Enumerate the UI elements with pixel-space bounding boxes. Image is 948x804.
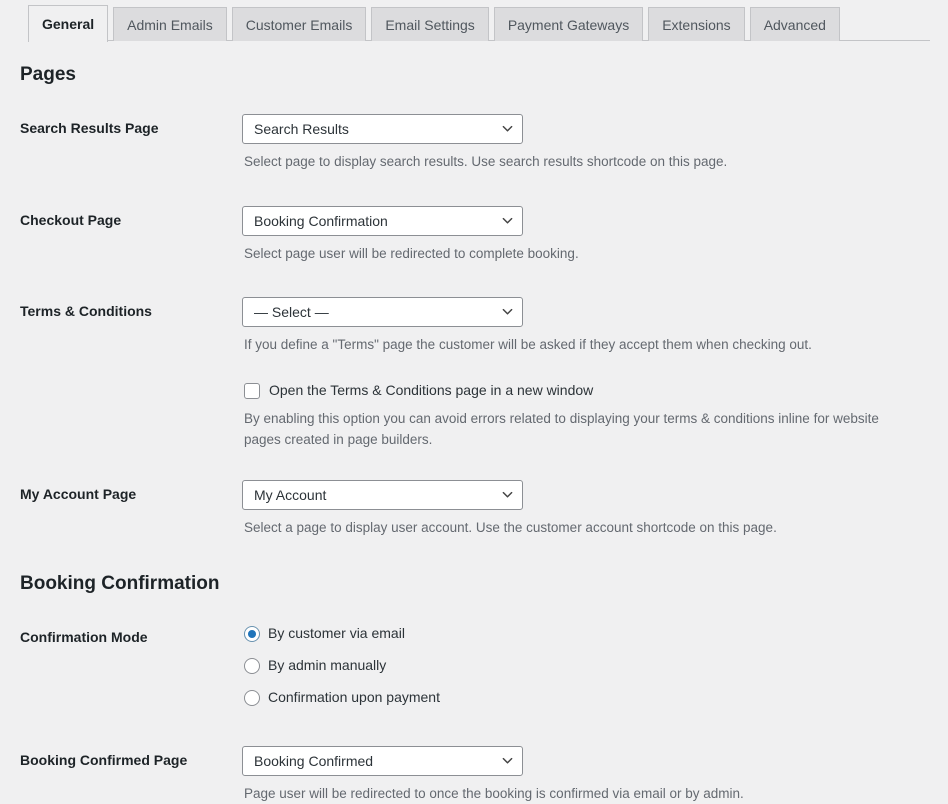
terms-new-window-checkbox[interactable] [244,383,260,399]
tab-label: General [42,16,94,32]
tab-label: Email Settings [385,17,474,33]
confirmation-mode-radio-group: By customer via email By admin manually … [244,623,930,709]
tab-payment-gateways[interactable]: Payment Gateways [494,7,643,41]
radio-option-confirmation-upon-payment[interactable]: Confirmation upon payment [244,687,930,709]
field-row-terms-new-window: Open the Terms & Conditions page in a ne… [20,381,930,450]
hint-checkout-page: Select page user will be redirected to c… [244,244,930,265]
checkout-page-value: Booking Confirmation [254,207,492,235]
label-confirmation-mode: Confirmation Mode [20,623,242,648]
hint-search-results-page: Select page to display search results. U… [244,152,930,173]
my-account-page-value: My Account [254,481,492,509]
terms-conditions-select[interactable]: — Select — [242,297,523,327]
field-row-search-results-page: Search Results Page Search Results Selec… [20,114,930,173]
label-search-results-page: Search Results Page [20,114,242,139]
booking-confirmed-page-value: Booking Confirmed [254,747,492,775]
radio-label-by-admin-manually[interactable]: By admin manually [268,656,386,676]
field-booking-confirmed-page: Booking Confirmed Page user will be redi… [242,746,930,804]
radio-option-by-admin-manually[interactable]: By admin manually [244,655,930,677]
checkout-page-select[interactable]: Booking Confirmation [242,206,523,236]
radio-confirmation-upon-payment[interactable] [244,690,260,706]
settings-tab-bar: General Admin Emails Customer Emails Ema… [0,0,948,41]
chevron-down-icon [502,215,513,226]
field-row-my-account-page: My Account Page My Account Select a page… [20,480,930,539]
radio-by-admin-manually[interactable] [244,658,260,674]
booking-confirmed-page-select[interactable]: Booking Confirmed [242,746,523,776]
terms-new-window-label[interactable]: Open the Terms & Conditions page in a ne… [269,381,593,401]
tab-extensions[interactable]: Extensions [648,7,744,41]
field-terms-conditions: — Select — If you define a "Terms" page … [242,297,930,356]
field-row-checkout-page: Checkout Page Booking Confirmation Selec… [20,206,930,265]
field-checkout-page: Booking Confirmation Select page user wi… [242,206,930,265]
radio-option-by-customer-via-email[interactable]: By customer via email [244,623,930,645]
field-confirmation-mode: By customer via email By admin manually … [242,623,930,709]
section-heading-booking-confirmation: Booking Confirmation [20,539,930,597]
hint-my-account-page: Select a page to display user account. U… [244,518,930,539]
my-account-page-select[interactable]: My Account [242,480,523,510]
tab-customer-emails[interactable]: Customer Emails [232,7,367,41]
field-row-booking-confirmed-page: Booking Confirmed Page Booking Confirmed… [20,746,930,804]
chevron-down-icon [502,123,513,134]
radio-label-by-customer-via-email[interactable]: By customer via email [268,624,405,644]
tab-label: Extensions [662,17,730,33]
tab-general[interactable]: General [28,5,108,42]
radio-by-customer-via-email[interactable] [244,626,260,642]
tab-label: Customer Emails [246,17,353,33]
terms-new-window-checkbox-line: Open the Terms & Conditions page in a ne… [244,381,930,401]
search-results-page-select[interactable]: Search Results [242,114,523,144]
tab-label: Payment Gateways [508,17,629,33]
field-my-account-page: My Account Select a page to display user… [242,480,930,539]
label-my-account-page: My Account Page [20,480,242,505]
label-checkout-page: Checkout Page [20,206,242,231]
chevron-down-icon [502,306,513,317]
radio-label-confirmation-upon-payment[interactable]: Confirmation upon payment [268,688,440,708]
field-terms-new-window: Open the Terms & Conditions page in a ne… [242,381,930,450]
tab-label: Admin Emails [127,17,213,33]
settings-content: Pages Search Results Page Search Results… [0,41,948,804]
section-heading-pages: Pages [20,41,930,88]
tab-admin-emails[interactable]: Admin Emails [113,7,227,41]
tab-label: Advanced [764,17,826,33]
search-results-page-value: Search Results [254,115,492,143]
tab-advanced[interactable]: Advanced [750,7,840,41]
hint-booking-confirmed-page: Page user will be redirected to once the… [244,784,930,804]
hint-terms-conditions: If you define a "Terms" page the custome… [244,335,916,356]
label-terms-new-window-spacer [20,381,242,386]
label-terms-conditions: Terms & Conditions [20,297,242,322]
field-row-terms-conditions: Terms & Conditions — Select — If you def… [20,297,930,356]
terms-conditions-value: — Select — [254,298,492,326]
chevron-down-icon [502,489,513,500]
label-booking-confirmed-page: Booking Confirmed Page [20,746,242,771]
field-search-results-page: Search Results Select page to display se… [242,114,930,173]
hint-terms-new-window: By enabling this option you can avoid er… [244,409,916,451]
tab-email-settings[interactable]: Email Settings [371,7,488,41]
chevron-down-icon [502,755,513,766]
field-row-confirmation-mode: Confirmation Mode By customer via email … [20,623,930,709]
